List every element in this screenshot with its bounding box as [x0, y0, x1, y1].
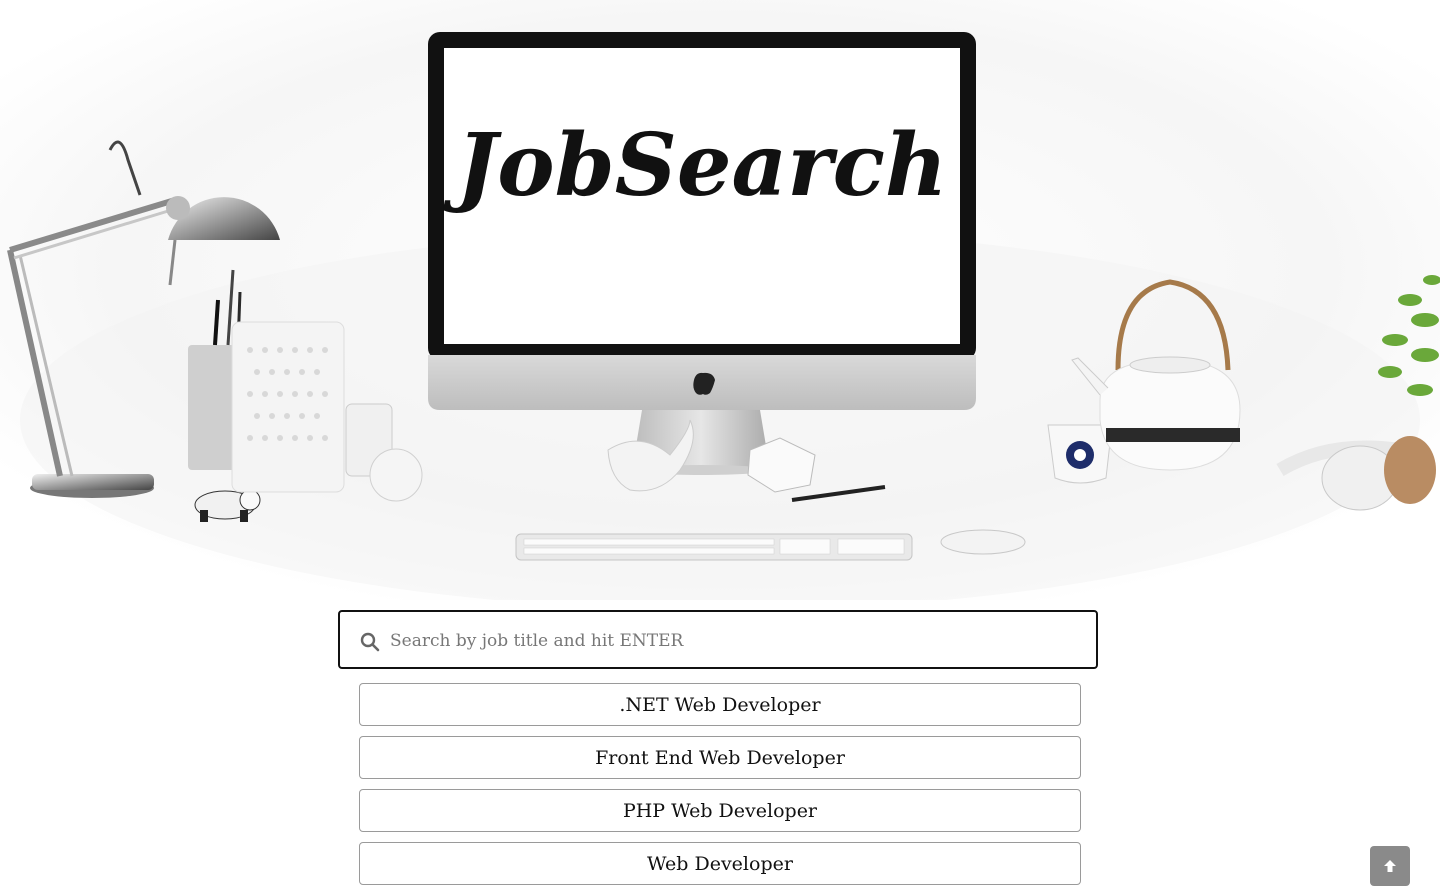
- mouse: [940, 529, 1026, 555]
- search-icon: [360, 632, 380, 652]
- results-list: .NET Web Developer Front End Web Develop…: [359, 683, 1081, 895]
- glass-ball: [369, 448, 423, 502]
- search-input[interactable]: [388, 620, 1082, 662]
- logo-text: JobSearch: [443, 115, 948, 216]
- monitor: [428, 32, 976, 475]
- keyboard: [515, 533, 913, 561]
- hero-image: JobSearch: [0, 0, 1440, 600]
- result-item[interactable]: PHP Web Developer: [359, 789, 1081, 832]
- result-item[interactable]: Web Developer: [359, 842, 1081, 885]
- page: JobSearch .NET Web Developer Front End W…: [0, 0, 1440, 896]
- result-item[interactable]: .NET Web Developer: [359, 683, 1081, 726]
- result-item[interactable]: Front End Web Developer: [359, 736, 1081, 779]
- scroll-to-top-button[interactable]: [1370, 846, 1410, 886]
- perforated-vase: [231, 321, 345, 493]
- search-box[interactable]: [338, 610, 1098, 669]
- arrow-up-icon: [1384, 860, 1396, 872]
